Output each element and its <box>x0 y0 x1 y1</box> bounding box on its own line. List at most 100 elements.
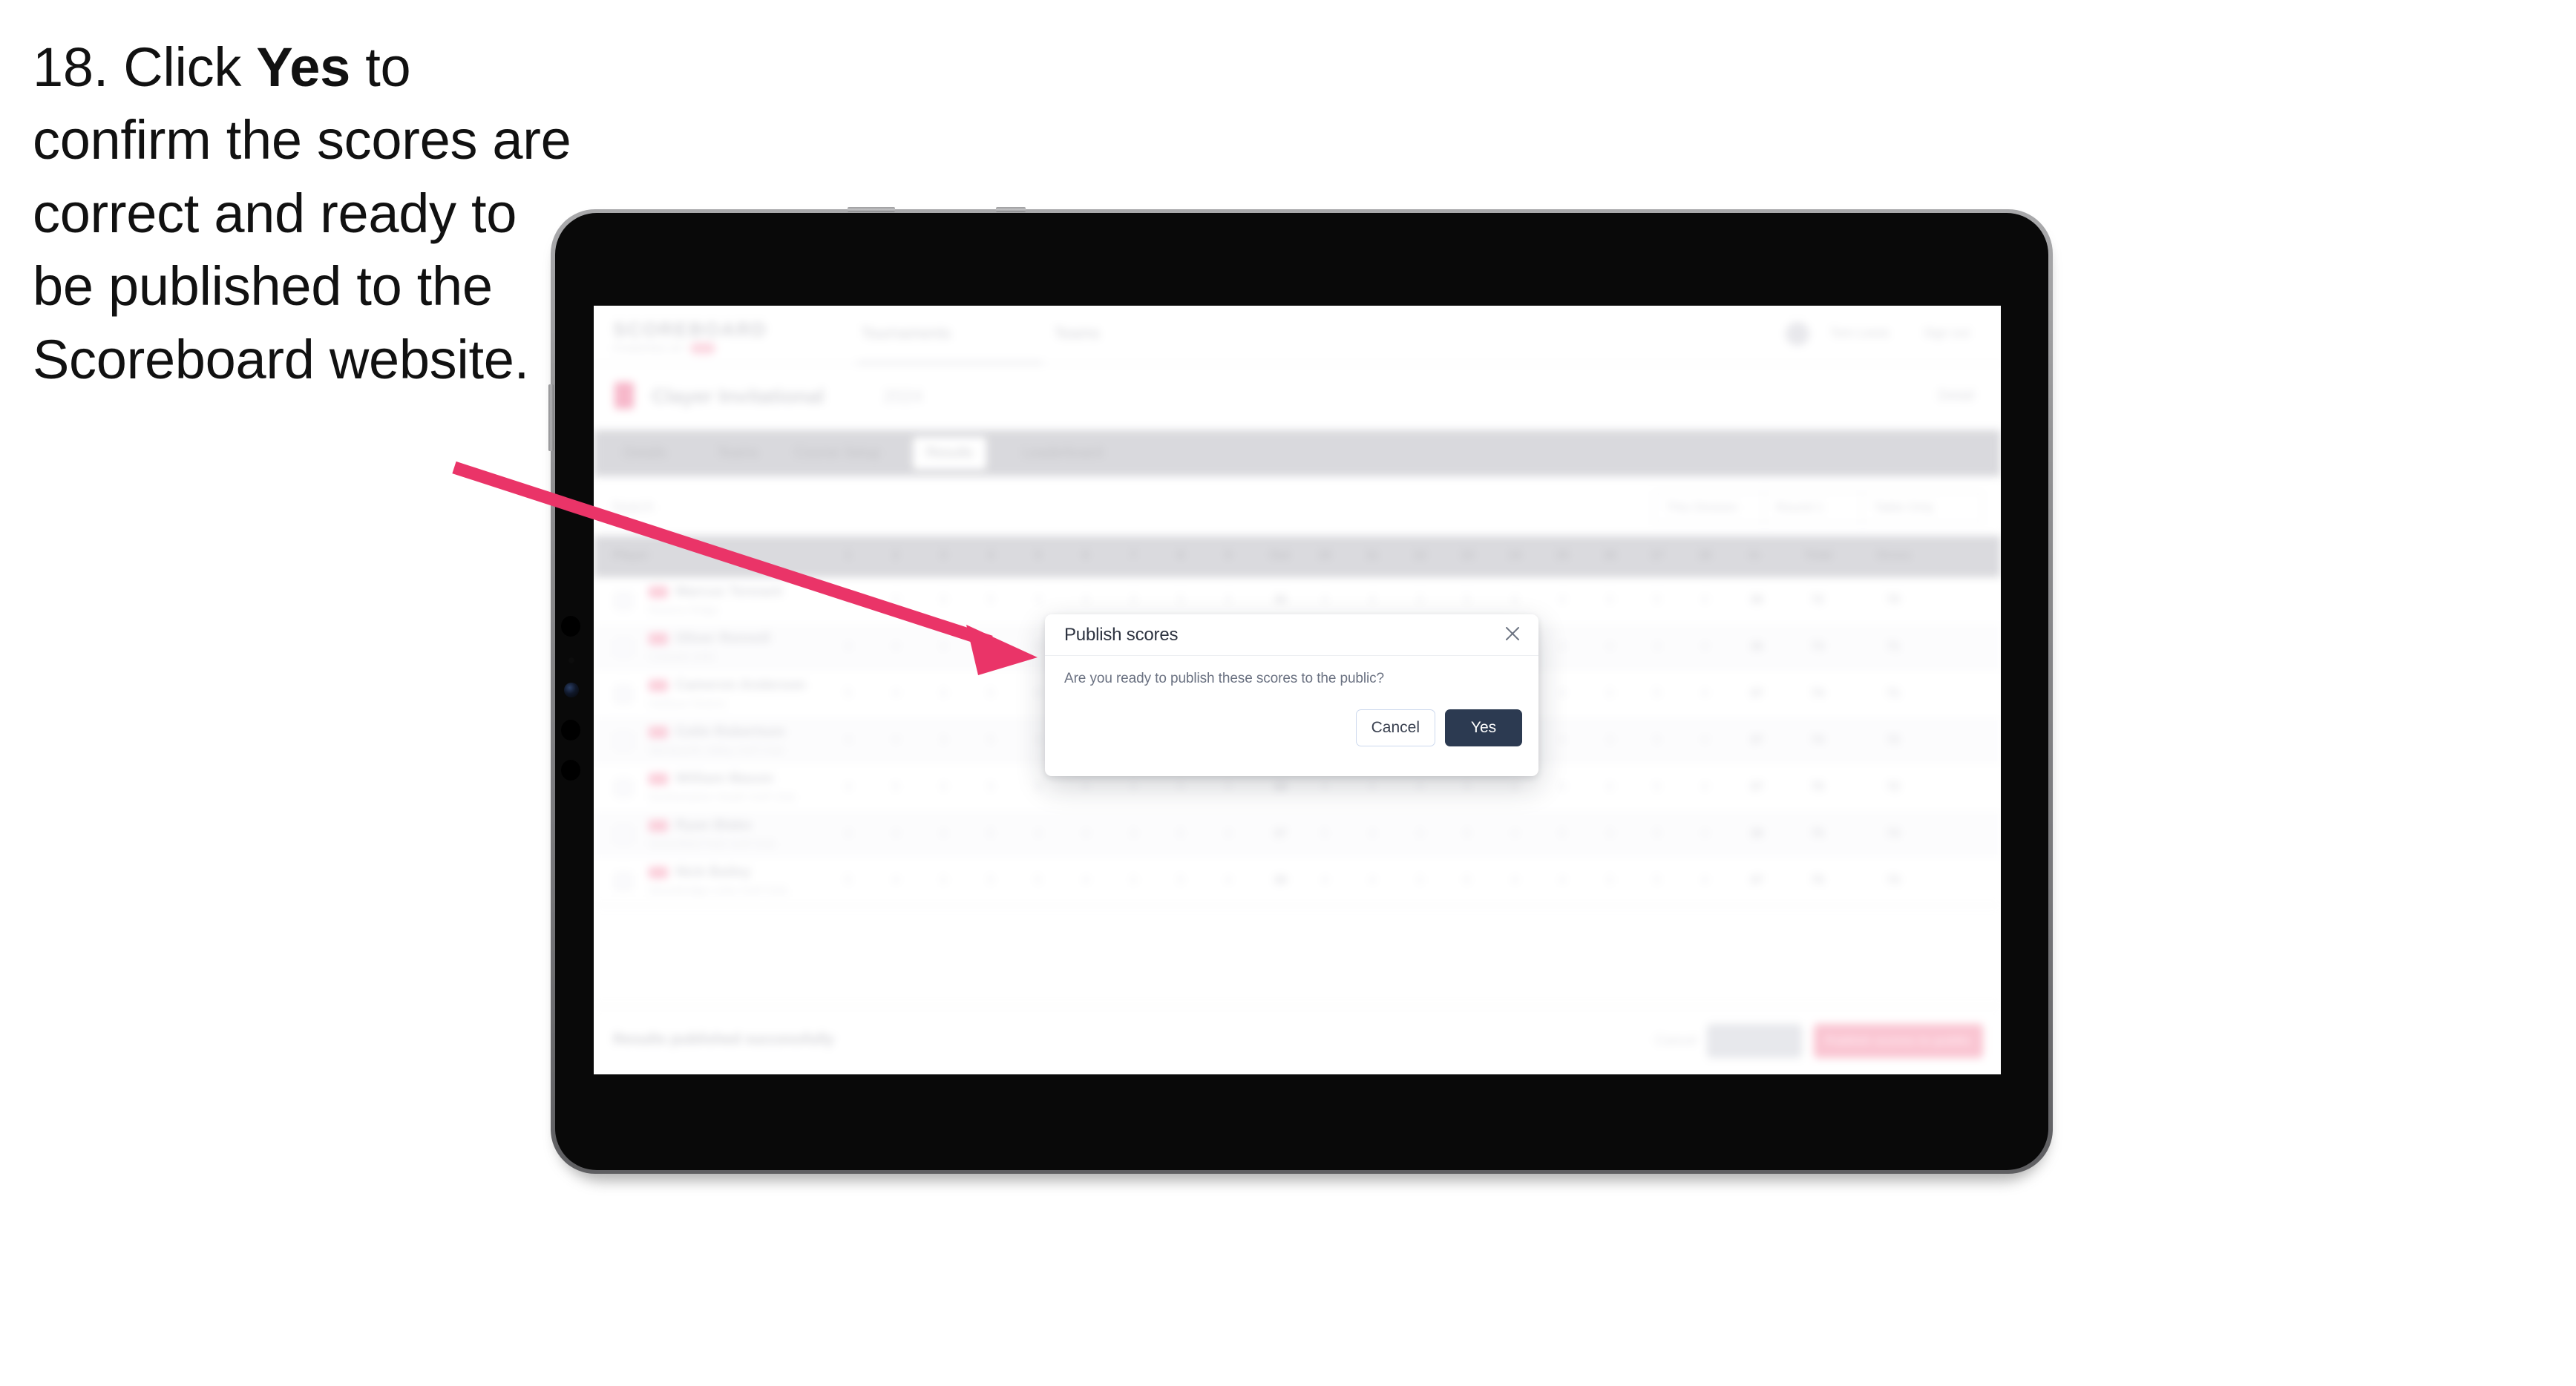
row-checkbox[interactable] <box>614 639 632 657</box>
row-score-cell[interactable]: 4 <box>836 734 861 747</box>
tab-leaderboard[interactable]: Leaderboard <box>1009 440 1116 467</box>
footer-publish-button[interactable]: Publish scores to public <box>1814 1024 1983 1058</box>
row-score-cell[interactable]: 5 <box>836 687 861 700</box>
row-score-cell[interactable]: 4 <box>1550 734 1575 747</box>
row-score-cell[interactable]: 4 <box>1312 594 1337 607</box>
row-score-cell[interactable]: 3 <box>1597 594 1622 607</box>
filter-division-button[interactable]: This Division <box>1654 491 1769 524</box>
row-score-cell[interactable]: 4 <box>1360 874 1385 887</box>
row-score-cell[interactable]: 3 <box>1407 874 1432 887</box>
row-score-cell[interactable]: 3 <box>931 687 956 700</box>
row-score-cell[interactable]: 4 <box>836 781 861 794</box>
row-score-cell[interactable]: 4 <box>1692 687 1717 700</box>
row-score-cell[interactable]: 4 <box>1026 594 1051 607</box>
row-score-cell[interactable]: 5 <box>1645 781 1670 794</box>
row-score-cell[interactable]: 4 <box>1312 874 1337 887</box>
row-score-cell[interactable]: 5 <box>1455 827 1480 841</box>
row-score-cell[interactable]: 4 <box>1502 594 1527 607</box>
row-score-cell[interactable]: 4 <box>931 640 956 654</box>
row-score-cell[interactable]: 4 <box>1692 594 1717 607</box>
row-score-cell[interactable]: 4 <box>1073 594 1098 607</box>
row-score-cell[interactable]: 4 <box>1360 827 1385 841</box>
row-score-cell[interactable]: 4 <box>1692 874 1717 887</box>
row-score-cell[interactable]: 4 <box>1360 594 1385 607</box>
row-score-cell[interactable]: 4 <box>1216 827 1241 841</box>
nav-item-tournaments[interactable]: Tournaments <box>861 325 951 343</box>
row-checkbox[interactable] <box>614 779 632 797</box>
row-score-cell[interactable]: 5 <box>978 734 1003 747</box>
tab-details[interactable]: Details <box>610 440 680 467</box>
row-score-cell[interactable]: 4 <box>1026 781 1051 794</box>
row-score-cell[interactable]: 5 <box>1645 827 1670 841</box>
row-checkbox[interactable] <box>614 826 632 844</box>
row-score-cell[interactable]: 4 <box>1073 874 1098 887</box>
row-score-cell[interactable]: 5 <box>1455 594 1480 607</box>
table-row[interactable]: Ryan Blake Greenfield Park Golf Club 4 4… <box>594 811 2001 858</box>
row-score-cell[interactable]: 3 <box>1597 781 1622 794</box>
row-score-cell[interactable]: 3 <box>1121 594 1146 607</box>
row-score-cell[interactable]: 4 <box>1026 827 1051 841</box>
row-score-cell[interactable]: 3 <box>1407 827 1432 841</box>
tab-course-setup[interactable]: Course Setup <box>781 440 894 467</box>
row-score-cell[interactable]: 5 <box>978 687 1003 700</box>
row-score-cell[interactable]: 4 <box>836 640 861 654</box>
row-score-cell[interactable]: 4 <box>883 827 908 841</box>
row-checkbox[interactable] <box>614 732 632 750</box>
nav-item-teams[interactable]: Teams <box>1054 325 1100 343</box>
row-score-cell[interactable]: 5 <box>978 781 1003 794</box>
row-score-cell[interactable]: 5 <box>1168 594 1193 607</box>
row-checkbox[interactable] <box>614 592 632 610</box>
yes-button[interactable]: Yes <box>1445 709 1522 746</box>
row-score-cell[interactable]: 3 <box>931 734 956 747</box>
row-score-cell[interactable]: 3 <box>1121 781 1146 794</box>
row-score-cell[interactable]: 4 <box>1597 640 1622 654</box>
row-score-cell[interactable]: 4 <box>1073 827 1098 841</box>
row-score-cell[interactable]: 4 <box>1550 640 1575 654</box>
tab-results[interactable]: Results <box>913 437 987 470</box>
row-score-cell[interactable]: 5 <box>978 594 1003 607</box>
avatar[interactable] <box>1786 322 1809 346</box>
row-score-cell[interactable]: 5 <box>978 827 1003 841</box>
cancel-button[interactable]: Cancel <box>1355 709 1435 746</box>
row-score-cell[interactable]: 3 <box>931 594 956 607</box>
row-score-cell[interactable]: 5 <box>883 781 908 794</box>
row-score-cell[interactable]: 4 <box>883 687 908 700</box>
row-score-cell[interactable]: 5 <box>1455 781 1480 794</box>
row-score-cell[interactable]: 5 <box>1168 781 1193 794</box>
footer-save-button[interactable]: Save all <box>1707 1024 1802 1058</box>
filter-view-button[interactable]: Table Only <box>1861 491 1983 524</box>
row-score-cell[interactable]: 4 <box>883 734 908 747</box>
row-score-cell[interactable]: 4 <box>1216 594 1241 607</box>
row-score-cell[interactable]: 4 <box>1502 874 1527 887</box>
row-score-cell[interactable]: 3 <box>1407 594 1432 607</box>
row-score-cell[interactable]: 5 <box>836 874 861 887</box>
row-score-cell[interactable]: 5 <box>1312 827 1337 841</box>
row-score-cell[interactable]: 3 <box>1597 827 1622 841</box>
row-score-cell[interactable]: 5 <box>1550 827 1575 841</box>
row-score-cell[interactable]: 4 <box>1550 594 1575 607</box>
row-checkbox[interactable] <box>614 873 632 890</box>
footer-cancel-link[interactable]: Cancel <box>1655 1033 1697 1048</box>
row-score-cell[interactable]: 4 <box>1692 827 1717 841</box>
row-score-cell[interactable]: 5 <box>1645 734 1670 747</box>
search-input[interactable]: Search <box>612 493 879 520</box>
row-score-cell[interactable]: 4 <box>1550 687 1575 700</box>
row-score-cell[interactable]: 4 <box>836 594 861 607</box>
row-score-cell[interactable]: 3 <box>1597 734 1622 747</box>
tab-teams[interactable]: Teams <box>704 440 772 467</box>
row-score-cell[interactable]: 4 <box>1407 781 1432 794</box>
row-score-cell[interactable]: 5 <box>1168 874 1193 887</box>
row-score-cell[interactable]: 4 <box>1502 781 1527 794</box>
row-score-cell[interactable]: 5 <box>1216 781 1241 794</box>
row-score-cell[interactable]: 3 <box>931 781 956 794</box>
row-checkbox[interactable] <box>614 686 632 703</box>
row-score-cell[interactable]: 5 <box>1645 594 1670 607</box>
row-score-cell[interactable]: 5 <box>978 874 1003 887</box>
row-score-cell[interactable]: 4 <box>883 874 908 887</box>
row-score-cell[interactable]: 5 <box>1645 874 1670 887</box>
row-score-cell[interactable]: 3 <box>1121 827 1146 841</box>
filter-round-button[interactable]: Round 1 <box>1763 491 1866 524</box>
row-score-cell[interactable]: 4 <box>1360 781 1385 794</box>
row-score-cell[interactable]: 3 <box>1121 874 1146 887</box>
row-score-cell[interactable]: 5 <box>1645 687 1670 700</box>
